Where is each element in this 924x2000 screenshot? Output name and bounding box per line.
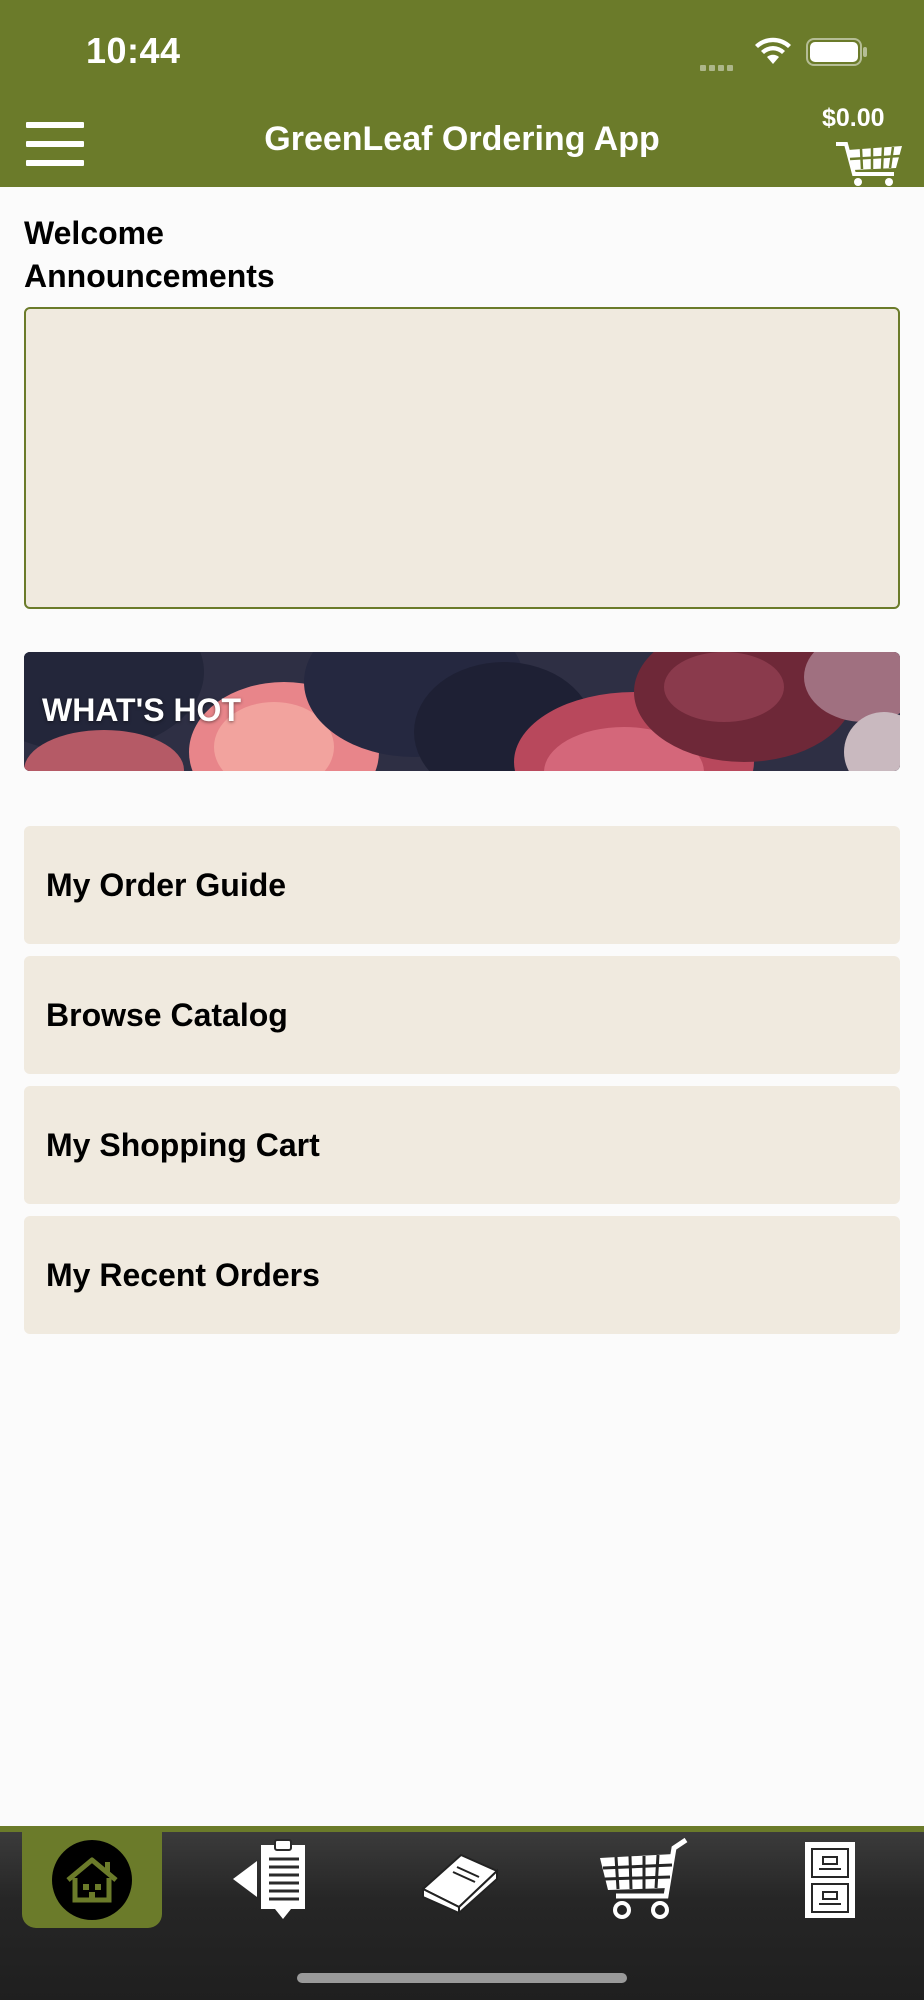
app-title: GreenLeaf Ordering App <box>264 120 660 158</box>
file-cabinet-icon <box>805 1842 855 1918</box>
app-header: 10:44 GreenLeaf Ordering App $0.00 <box>0 0 924 187</box>
home-menu-list: My Order Guide Browse Catalog My Shoppin… <box>24 826 900 1346</box>
cart-total[interactable]: $0.00 <box>822 104 885 133</box>
tab-shopping-cart[interactable] <box>572 1832 712 1928</box>
tab-order-history[interactable] <box>760 1832 900 1928</box>
my-order-guide-button[interactable]: My Order Guide <box>24 826 900 944</box>
status-time: 10:44 <box>86 30 181 71</box>
battery-icon <box>806 38 867 66</box>
menu-item-label: My Order Guide <box>46 866 287 903</box>
menu-item-label: My Shopping Cart <box>46 1126 320 1163</box>
announcements-heading-line: Announcements <box>24 258 275 294</box>
tab-home[interactable] <box>22 1832 162 1928</box>
shopping-cart-icon[interactable] <box>834 134 904 187</box>
order-guide-icon <box>233 1839 305 1919</box>
catalog-book-icon <box>421 1853 499 1915</box>
tab-catalog[interactable] <box>390 1832 530 1928</box>
wifi-icon <box>755 37 791 64</box>
browse-catalog-button[interactable]: Browse Catalog <box>24 956 900 1074</box>
menu-item-label: Browse Catalog <box>46 996 288 1033</box>
whats-hot-banner[interactable]: WHAT'S HOT <box>24 652 900 771</box>
my-shopping-cart-button[interactable]: My Shopping Cart <box>24 1086 900 1204</box>
whats-hot-label: WHAT'S HOT <box>42 692 241 728</box>
home-icon <box>52 1840 132 1920</box>
announcements-box <box>24 307 900 609</box>
home-indicator[interactable] <box>297 1973 627 1983</box>
menu-item-label: My Recent Orders <box>46 1256 320 1293</box>
cellular-signal-icon <box>700 58 736 76</box>
welcome-heading-line: Welcome <box>24 215 164 251</box>
my-recent-orders-button[interactable]: My Recent Orders <box>24 1216 900 1334</box>
tab-order-guide[interactable] <box>205 1832 345 1928</box>
welcome-announcements-heading: Welcome Announcements <box>24 212 624 298</box>
shopping-cart-icon <box>600 1837 688 1919</box>
